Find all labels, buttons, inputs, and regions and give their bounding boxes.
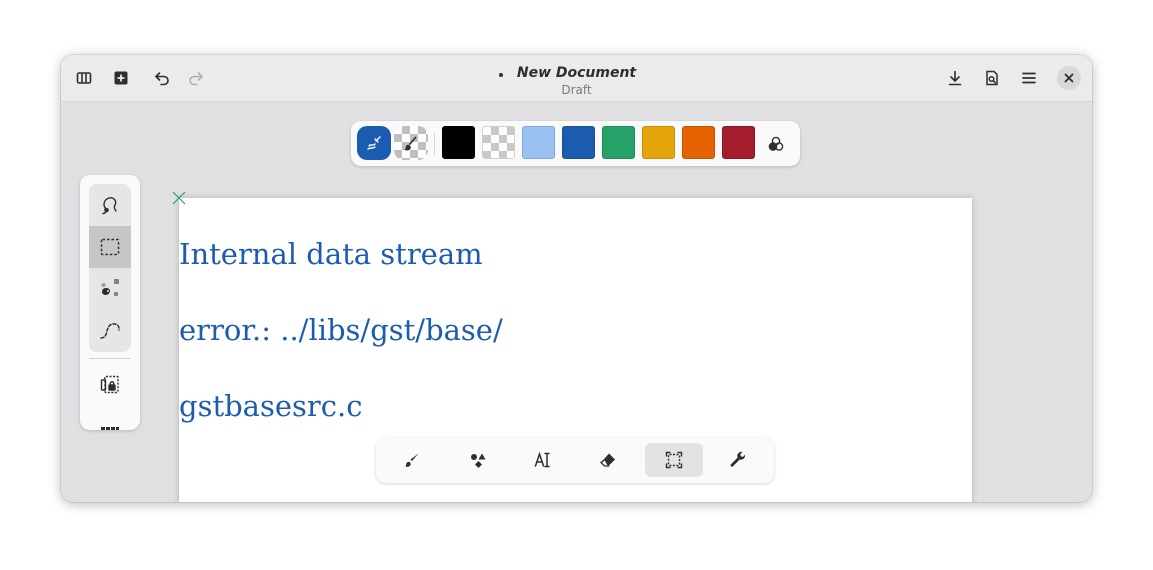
- secondary-color-button[interactable]: [394, 126, 428, 160]
- canvas-text-line: Internal data stream: [179, 237, 483, 271]
- close-icon: [1064, 73, 1074, 83]
- tool-category-bar: [376, 437, 774, 483]
- pencil-color-icon: [367, 136, 381, 150]
- lasso-icon: [102, 197, 117, 215]
- document-preview-icon: [986, 70, 998, 86]
- selection-tools-panel: [80, 175, 140, 430]
- rect-select-icon: [100, 238, 120, 256]
- window-subtitle: Draft: [561, 83, 592, 97]
- brush-icon: [405, 453, 419, 467]
- main-menu-button[interactable]: [1014, 63, 1044, 93]
- color-mix-button[interactable]: [763, 131, 789, 157]
- swatch-orange[interactable]: [682, 126, 715, 159]
- selection-category-button[interactable]: [645, 443, 703, 477]
- canvas-text-line: gstbasesrc.c: [179, 389, 363, 423]
- shapes-category-button[interactable]: [449, 443, 507, 477]
- title-area: New Document Draft: [61, 62, 1092, 97]
- window-title-text: New Document: [516, 65, 637, 81]
- color-mix-icon: [768, 136, 784, 151]
- wrench-icon: [730, 451, 746, 467]
- close-button[interactable]: [1057, 66, 1081, 90]
- selection-icon: [665, 451, 683, 469]
- path-selection-tool[interactable]: [89, 310, 131, 352]
- color-selection-tool[interactable]: [89, 268, 131, 310]
- more-tools-icon: [101, 427, 119, 430]
- lock-selection-tool[interactable]: [89, 364, 131, 406]
- more-tools-tool[interactable]: [89, 409, 131, 430]
- color-select-icon: [101, 279, 119, 296]
- canvas-text: Internal data stream error.: ../libs/gst…: [179, 197, 599, 463]
- modified-indicator: [498, 73, 503, 77]
- color-palette: [351, 121, 800, 166]
- swatch-green[interactable]: [602, 126, 635, 159]
- palette-separator: [434, 133, 435, 155]
- text-tool-icon: [534, 451, 550, 468]
- app-window: New Document Draft Internal data stream …: [61, 55, 1092, 502]
- window-title: New Document: [498, 65, 637, 81]
- brush-color-icon: [404, 136, 417, 151]
- selection-tool-group: [89, 184, 131, 352]
- free-selection-tool[interactable]: [89, 184, 131, 226]
- swatch-light-blue[interactable]: [522, 126, 555, 159]
- headerbar: New Document Draft: [61, 55, 1092, 102]
- rectangle-selection-tool[interactable]: [89, 226, 131, 268]
- swatch-transparent[interactable]: [482, 126, 515, 159]
- swatch-red[interactable]: [722, 126, 755, 159]
- swatch-yellow[interactable]: [642, 126, 675, 159]
- text-category-button[interactable]: [514, 443, 572, 477]
- download-icon: [948, 70, 962, 86]
- eraser-category-button[interactable]: [579, 443, 637, 477]
- tools-category-button[interactable]: [709, 443, 767, 477]
- save-button[interactable]: [940, 63, 970, 93]
- eraser-icon: [600, 453, 615, 467]
- swatch-blue[interactable]: [562, 126, 595, 159]
- export-button[interactable]: [977, 63, 1007, 93]
- brush-category-button[interactable]: [383, 443, 441, 477]
- path-select-icon: [100, 323, 120, 339]
- swatch-black[interactable]: [442, 126, 475, 159]
- hamburger-menu-icon: [1022, 72, 1036, 84]
- lock-layer-icon: [100, 375, 119, 394]
- main-color-button[interactable]: [357, 126, 391, 160]
- text-origin-marker-icon[interactable]: [172, 191, 186, 205]
- tools-separator: [89, 358, 131, 359]
- canvas-text-line: error.: ../libs/gst/base/: [179, 313, 503, 347]
- shapes-icon: [471, 453, 486, 468]
